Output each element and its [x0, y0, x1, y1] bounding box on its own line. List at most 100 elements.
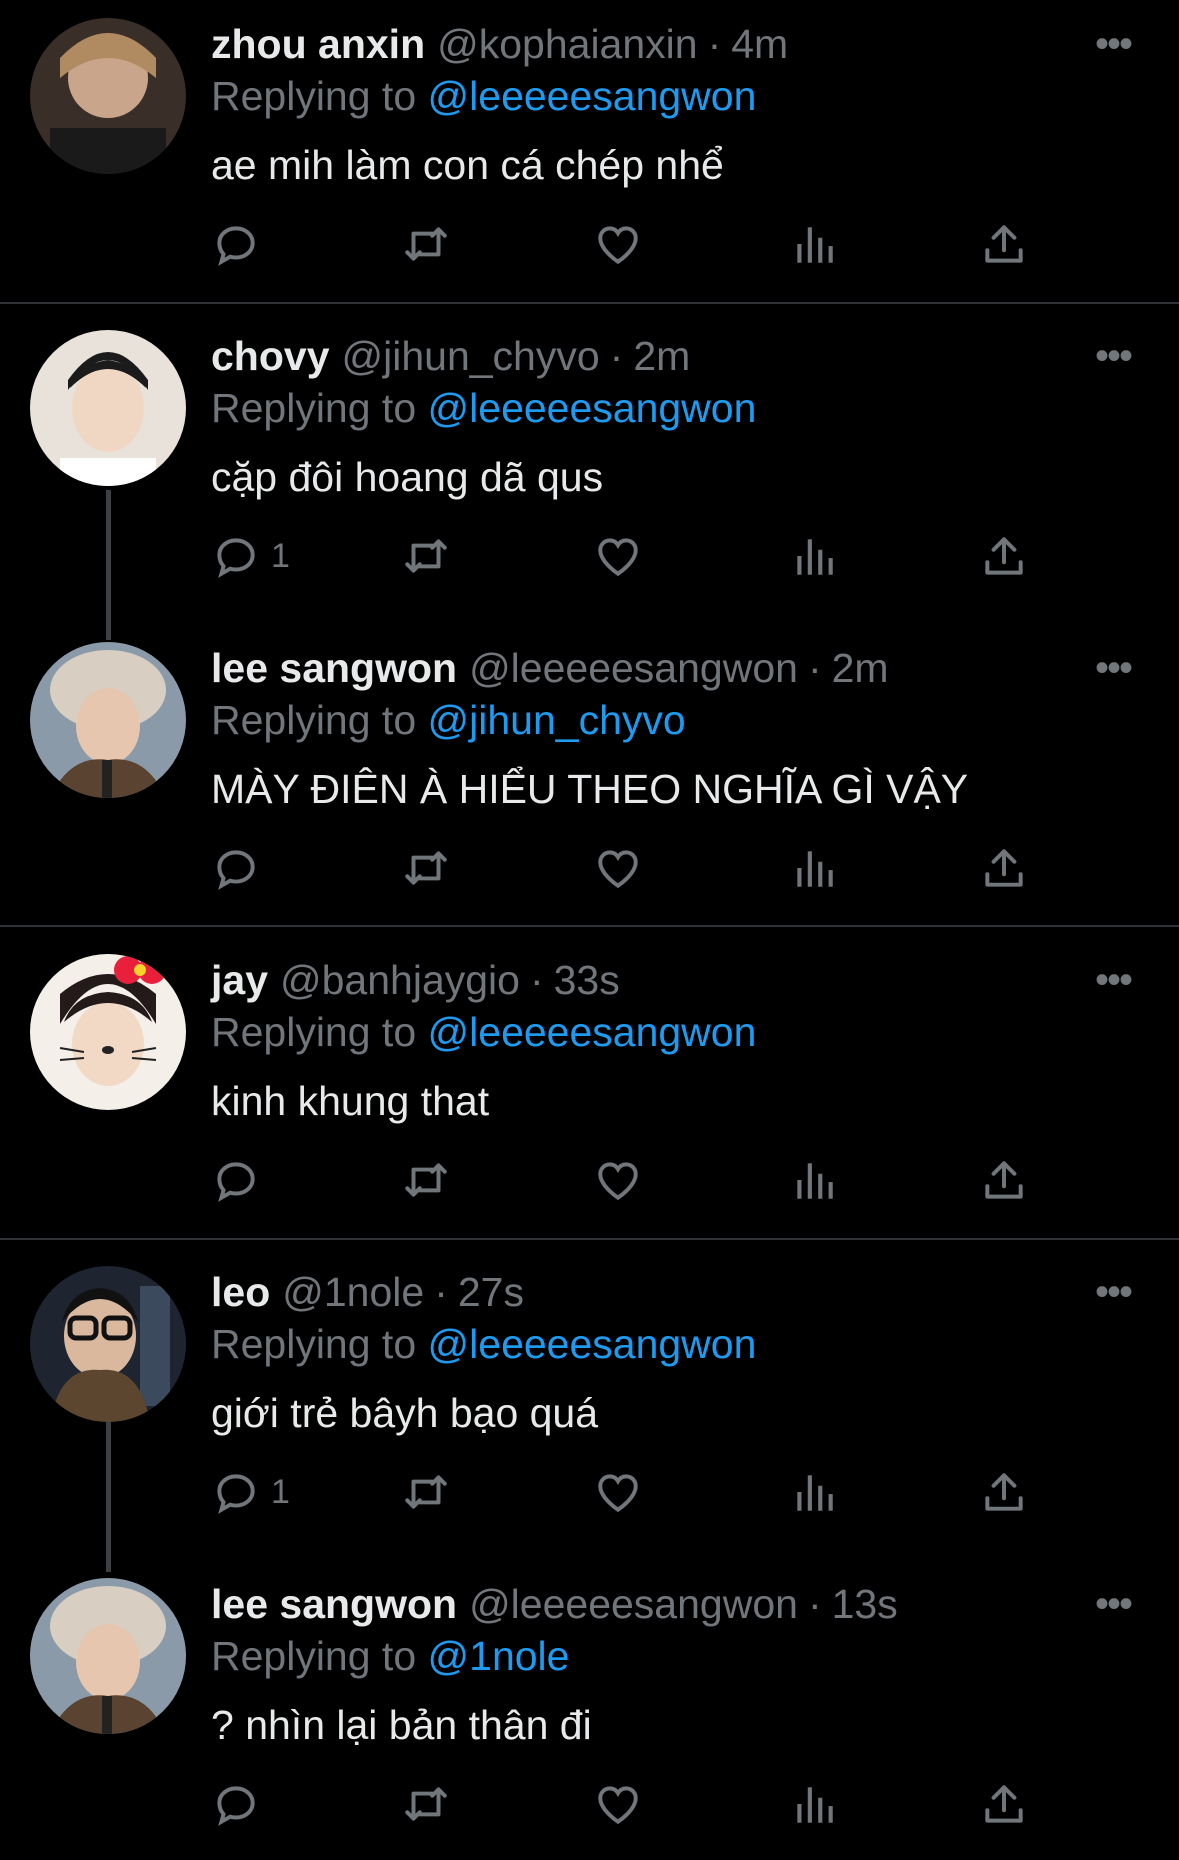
timestamp[interactable]: 13s: [832, 1581, 898, 1627]
separator-dot: ·: [707, 21, 722, 67]
tweet-text: cặp đôi hoang dã qus: [211, 454, 604, 500]
timestamp[interactable]: 2m: [633, 333, 690, 379]
replying-to-handle[interactable]: @leeeeesangwon: [428, 73, 757, 119]
views-bar-chart-icon: [797, 227, 833, 263]
avatar[interactable]: [30, 954, 186, 1110]
replying-to-handle[interactable]: @leeeeesangwon: [428, 1321, 757, 1367]
more-dots-icon[interactable]: •••: [1095, 18, 1133, 70]
replying-to: Replying to @leeeeesangwon: [211, 1006, 756, 1058]
share-button[interactable]: [979, 214, 1029, 274]
views-bar-chart-icon: [797, 539, 833, 575]
share-button[interactable]: [979, 1462, 1029, 1522]
user-handle[interactable]: @kophaianxin: [437, 21, 697, 67]
views-button[interactable]: [789, 214, 839, 274]
replying-to: Replying to @1nole: [211, 1630, 569, 1682]
avatar[interactable]: [30, 330, 186, 486]
share-button[interactable]: [979, 1774, 1029, 1834]
tweet-header: chovy @jihun_chyvo · 2m: [211, 330, 690, 382]
like-button[interactable]: [593, 1462, 643, 1522]
replying-to: Replying to @leeeeesangwon: [211, 70, 756, 122]
user-handle[interactable]: @jihun_chyvo: [342, 333, 600, 379]
retweet-button[interactable]: [401, 1462, 451, 1522]
display-name[interactable]: lee sangwon: [211, 645, 457, 691]
views-bar-chart-icon: [797, 851, 833, 887]
views-button[interactable]: [789, 1462, 839, 1522]
replying-prefix: Replying to: [211, 1321, 417, 1367]
tweet-header: zhou anxin @kophaianxin · 4m: [211, 18, 788, 70]
share-button[interactable]: [979, 1150, 1029, 1210]
display-name[interactable]: zhou anxin: [211, 21, 425, 67]
avatar[interactable]: [30, 1578, 186, 1734]
timestamp[interactable]: 4m: [731, 21, 788, 67]
thread-line: [106, 1420, 111, 1572]
replying-to-handle[interactable]: @jihun_chyvo: [428, 697, 686, 743]
like-button[interactable]: [593, 838, 643, 898]
reply-button[interactable]: 1: [211, 1462, 290, 1522]
more-dots-icon[interactable]: •••: [1095, 1266, 1133, 1318]
action-bar: 1: [211, 1462, 1071, 1522]
tweet-text: MÀY ĐIÊN À HIỂU THEO NGHĨA GÌ VẬY: [211, 766, 969, 812]
avatar[interactable]: [30, 642, 186, 798]
share-button[interactable]: [979, 526, 1029, 586]
reply-bubble-icon: [217, 226, 255, 266]
views-button[interactable]: [789, 526, 839, 586]
display-name[interactable]: lee sangwon: [211, 1581, 457, 1627]
retweet-button[interactable]: [401, 526, 451, 586]
display-name[interactable]: chovy: [211, 333, 330, 379]
share-upload-icon: [985, 1161, 1023, 1199]
replying-to-handle[interactable]: @leeeeesangwon: [428, 1009, 757, 1055]
avatar[interactable]: [30, 18, 186, 174]
share-button[interactable]: [979, 838, 1029, 898]
reply-bubble-icon: [217, 1162, 255, 1202]
timestamp[interactable]: 27s: [458, 1269, 524, 1315]
replying-prefix: Replying to: [211, 697, 417, 743]
user-handle[interactable]: @leeeeesangwon: [469, 1581, 798, 1627]
reply-button[interactable]: [211, 838, 271, 898]
replying-to-handle[interactable]: @1nole: [428, 1633, 570, 1679]
replying-to: Replying to @jihun_chyvo: [211, 694, 686, 746]
like-button[interactable]: [593, 526, 643, 586]
views-button[interactable]: [789, 838, 839, 898]
user-handle[interactable]: @banhjaygio: [280, 957, 520, 1003]
tweet-text: giới trẻ bâyh bạo quá: [211, 1390, 599, 1436]
retweet-button[interactable]: [401, 838, 451, 898]
avatar[interactable]: [30, 1266, 186, 1422]
user-handle[interactable]: @leeeeesangwon: [469, 645, 798, 691]
tweet-text: kinh khung that: [211, 1078, 490, 1124]
reply-button[interactable]: [211, 1150, 271, 1210]
separator-dot: ·: [529, 957, 544, 1003]
action-bar: 1: [211, 526, 1071, 586]
display-name[interactable]: leo: [211, 1269, 270, 1315]
like-button[interactable]: [593, 1774, 643, 1834]
like-button[interactable]: [593, 214, 643, 274]
replying-prefix: Replying to: [211, 1009, 417, 1055]
views-button[interactable]: [789, 1150, 839, 1210]
timestamp[interactable]: 33s: [554, 957, 620, 1003]
user-handle[interactable]: @1nole: [282, 1269, 424, 1315]
reply-count: 1: [271, 536, 290, 575]
retweet-button[interactable]: [401, 214, 451, 274]
retweet-button[interactable]: [401, 1774, 451, 1834]
retweet-icon: [405, 851, 447, 885]
share-upload-icon: [985, 1473, 1023, 1511]
more-dots-icon[interactable]: •••: [1095, 642, 1133, 694]
reply-count: 1: [271, 1472, 290, 1511]
more-dots-icon[interactable]: •••: [1095, 954, 1133, 1006]
views-button[interactable]: [789, 1774, 839, 1834]
share-upload-icon: [985, 1785, 1023, 1823]
heart-icon: [598, 850, 638, 889]
replying-to-handle[interactable]: @leeeeesangwon: [428, 385, 757, 431]
display-name[interactable]: jay: [211, 957, 268, 1003]
reply-button[interactable]: [211, 1774, 271, 1834]
like-button[interactable]: [593, 1150, 643, 1210]
reply-button[interactable]: 1: [211, 526, 290, 586]
reply-bubble-icon: [217, 538, 255, 578]
divider: [0, 1238, 1179, 1240]
retweet-button[interactable]: [401, 1150, 451, 1210]
more-dots-icon[interactable]: •••: [1095, 1578, 1133, 1630]
timestamp[interactable]: 2m: [832, 645, 889, 691]
reply-bubble-icon: [217, 1786, 255, 1826]
separator-dot: ·: [434, 1269, 448, 1315]
reply-button[interactable]: [211, 214, 271, 274]
more-dots-icon[interactable]: •••: [1095, 330, 1133, 382]
